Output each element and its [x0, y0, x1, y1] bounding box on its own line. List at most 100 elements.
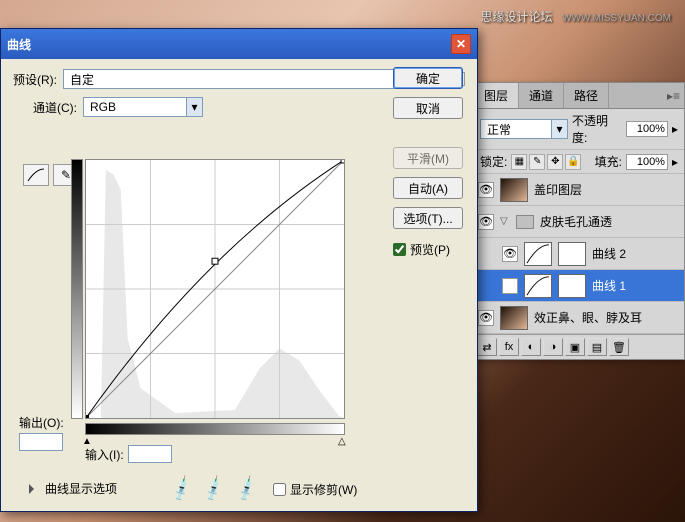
- watermark-url: WWW.MISSYUAN.COM: [562, 13, 671, 24]
- fill-input[interactable]: [626, 154, 668, 170]
- watermark-text: 思缘设计论坛: [480, 10, 552, 24]
- curve-grid[interactable]: [85, 159, 345, 419]
- tab-layers[interactable]: 图层: [474, 83, 519, 108]
- adjustment-icon[interactable]: ◑: [543, 338, 563, 356]
- chevron-down-icon: ▾: [551, 120, 567, 138]
- dialog-title: 曲线: [7, 36, 31, 53]
- clipping-input[interactable]: [273, 483, 286, 496]
- layer-label: 效正鼻、眼、脖及耳: [534, 309, 642, 326]
- trash-icon[interactable]: 🗑: [609, 338, 629, 356]
- clipping-label: 显示修剪(W): [290, 481, 357, 498]
- preset-value: 自定: [64, 71, 428, 88]
- folder-icon: [516, 215, 534, 229]
- visibility-icon[interactable]: 👁: [502, 246, 518, 262]
- preview-input[interactable]: [393, 243, 406, 256]
- layer-curves2[interactable]: 👁 曲线 2: [474, 238, 684, 270]
- panel-footer: ⇄ fx ◐ ◑ ▣ ▤ 🗑: [474, 334, 684, 359]
- curve-area: ▲ △ 输入(I):: [85, 159, 365, 463]
- layers-panel: 图层 通道 路径 ▸≡ 正常▾ 不透明度: ▸ 锁定: ▦ ✎ ✥ 🔒 填充: …: [473, 82, 685, 360]
- opacity-input[interactable]: [626, 121, 668, 137]
- layer-label: 盖印图层: [534, 181, 582, 198]
- output-gradient: [71, 159, 83, 419]
- close-button[interactable]: ✕: [451, 34, 471, 54]
- group-toggle-icon[interactable]: ▽: [500, 216, 510, 227]
- show-clipping-checkbox[interactable]: 显示修剪(W): [273, 481, 357, 498]
- tab-channels[interactable]: 通道: [519, 83, 564, 108]
- curves-dialog: 曲线 ✕ 预设(R): 自定 ▾ 通道(C): RGB ▾ ✎ 输出(O): [0, 28, 478, 512]
- fill-arrow-icon[interactable]: ▸: [672, 155, 678, 169]
- options-button[interactable]: 选项(T)...: [393, 207, 463, 229]
- lock-icons: ▦ ✎ ✥ 🔒: [511, 154, 581, 170]
- black-point-slider[interactable]: ▲: [82, 436, 92, 447]
- visibility-icon[interactable]: 👁: [502, 278, 518, 294]
- gray-eyedropper[interactable]: 💉: [200, 475, 230, 504]
- adjustment-thumb: [524, 274, 552, 298]
- input-section: 输入(I):: [85, 445, 365, 463]
- display-options-label: 曲线显示选项: [45, 480, 117, 497]
- visibility-icon[interactable]: 👁: [478, 182, 494, 198]
- preset-select[interactable]: 自定 ▾: [63, 69, 445, 89]
- channel-label: 通道(C):: [33, 99, 77, 116]
- layer-group[interactable]: 👁 ▽ 皮肤毛孔通透: [474, 206, 684, 238]
- panel-tabs: 图层 通道 路径 ▸≡: [474, 83, 684, 109]
- lock-move-icon[interactable]: ✥: [547, 154, 563, 170]
- input-label: 输入(I):: [85, 446, 124, 463]
- input-field[interactable]: [128, 445, 172, 463]
- output-section: 输出(O):: [19, 414, 64, 451]
- opacity-arrow-icon[interactable]: ▸: [672, 122, 678, 136]
- lock-all-icon[interactable]: 🔒: [565, 154, 581, 170]
- layer-curves1[interactable]: 👁 曲线 1: [474, 270, 684, 302]
- eyedroppers: 💉 💉 💉: [171, 479, 258, 500]
- dialog-buttons: 确定 取消 平滑(M) 自动(A) 选项(T)... 预览(P): [393, 67, 463, 258]
- layer-fx[interactable]: 👁 效正鼻、眼、脖及耳: [474, 302, 684, 334]
- link-icon[interactable]: ⇄: [477, 338, 497, 356]
- layer-stamp[interactable]: 👁 盖印图层: [474, 174, 684, 206]
- mask-thumb: [558, 274, 586, 298]
- preview-checkbox[interactable]: 预览(P): [393, 241, 463, 258]
- chevron-down-icon: ▾: [186, 98, 202, 116]
- mask-thumb: [558, 242, 586, 266]
- output-field[interactable]: [19, 433, 63, 451]
- lock-brush-icon[interactable]: ✎: [529, 154, 545, 170]
- display-options-expander[interactable]: 曲线显示选项: [29, 480, 117, 497]
- white-eyedropper[interactable]: 💉: [232, 475, 262, 504]
- input-gradient[interactable]: ▲ △: [85, 423, 345, 435]
- layer-label: 曲线 1: [592, 277, 626, 294]
- fx-icon[interactable]: fx: [499, 338, 519, 356]
- watermark: 思缘设计论坛 WWW.MISSYUAN.COM: [480, 8, 671, 25]
- ok-button[interactable]: 确定: [393, 67, 463, 89]
- lock-label: 锁定:: [480, 153, 507, 170]
- output-label: 输出(O):: [19, 414, 64, 431]
- blend-mode-value: 正常: [481, 121, 551, 138]
- blend-mode-select[interactable]: 正常▾: [480, 119, 568, 139]
- layer-thumb: [500, 306, 528, 330]
- auto-button[interactable]: 自动(A): [393, 177, 463, 199]
- blend-row: 正常▾ 不透明度: ▸: [474, 109, 684, 150]
- visibility-icon[interactable]: 👁: [478, 214, 494, 230]
- preset-label: 预设(R):: [13, 71, 57, 88]
- new-layer-icon[interactable]: ▤: [587, 338, 607, 356]
- layer-label: 曲线 2: [592, 245, 626, 262]
- layer-thumb: [500, 178, 528, 202]
- panel-menu-icon[interactable]: ▸≡: [663, 89, 684, 103]
- layer-list: 👁 盖印图层 👁 ▽ 皮肤毛孔通透 👁 曲线 2 👁 曲线 1 👁 效正鼻、眼、…: [474, 174, 684, 334]
- mask-icon[interactable]: ◐: [521, 338, 541, 356]
- cancel-button[interactable]: 取消: [393, 97, 463, 119]
- fill-label: 填充:: [595, 153, 622, 170]
- channel-select[interactable]: RGB ▾: [83, 97, 203, 117]
- white-point-slider[interactable]: △: [338, 436, 346, 447]
- tab-paths[interactable]: 路径: [564, 83, 609, 108]
- titlebar[interactable]: 曲线 ✕: [1, 29, 477, 59]
- curve-point-tool[interactable]: [23, 164, 49, 186]
- group-icon[interactable]: ▣: [565, 338, 585, 356]
- curve-line[interactable]: [86, 160, 344, 418]
- adjustment-thumb: [524, 242, 552, 266]
- visibility-icon[interactable]: 👁: [478, 310, 494, 326]
- opacity-label: 不透明度:: [572, 112, 622, 146]
- smooth-button: 平滑(M): [393, 147, 463, 169]
- lock-transparency-icon[interactable]: ▦: [511, 154, 527, 170]
- preview-label: 预览(P): [410, 241, 450, 258]
- expand-icon: [29, 484, 39, 494]
- lock-row: 锁定: ▦ ✎ ✥ 🔒 填充: ▸: [474, 150, 684, 174]
- black-eyedropper[interactable]: 💉: [167, 475, 197, 504]
